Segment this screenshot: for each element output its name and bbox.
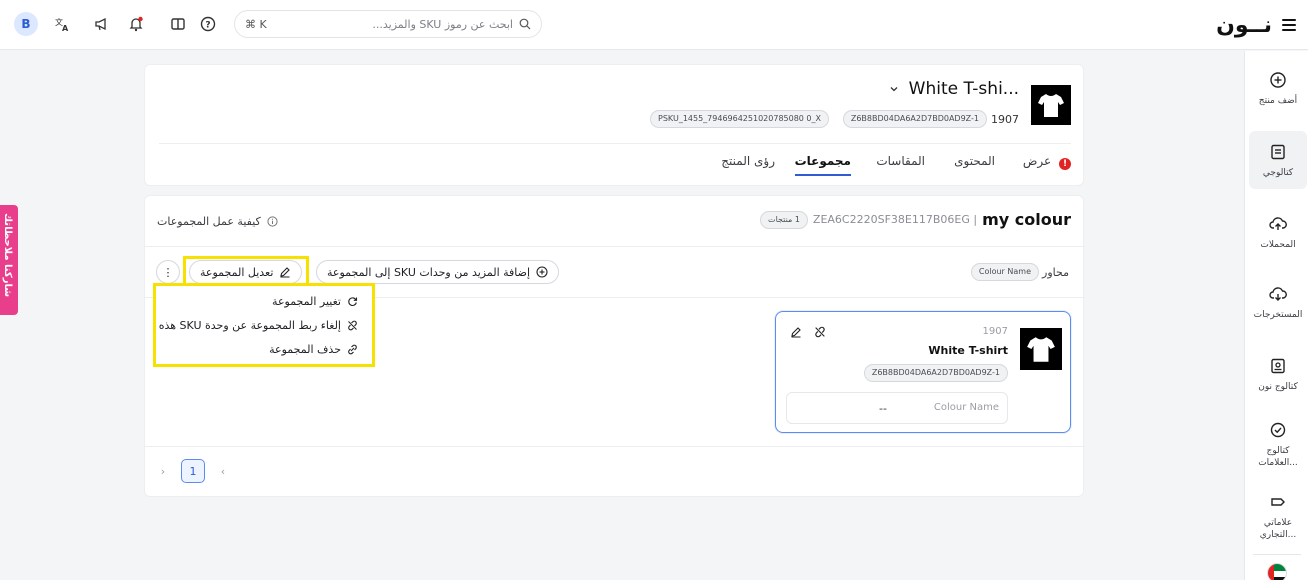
divider [145, 246, 1083, 247]
refresh-icon [348, 296, 358, 306]
divider [145, 446, 1083, 447]
product-header-card: White T-shi... 1907 Z6B8BD04DA6A2D7BD0AD… [144, 64, 1084, 186]
sidebar-item-brand-catalog[interactable]: كتالوج العلامات... [1249, 421, 1307, 477]
group-code: ZEA6C2220SF38E117B06EG | [812, 213, 978, 226]
sidebar-divider [1253, 554, 1301, 555]
sidebar-item-label: كتالوجي [1262, 168, 1294, 178]
sidebar: أضف منتج كتالوجي المحملات المستخرجات كتا… [1244, 51, 1308, 580]
svg-text:?: ? [205, 21, 210, 31]
menu-item-unlink-sku[interactable]: إلغاء ربط المجموعة عن وحدة SKU هذه [159, 316, 358, 334]
how-it-works-link[interactable]: كيفية عمل المجموعات [157, 215, 278, 228]
pager-page-1[interactable]: 1 [181, 459, 205, 483]
attr-label: Colour Name [933, 402, 999, 413]
my-brands-icon [1271, 498, 1285, 506]
sidebar-item-uploads[interactable]: المحملات [1249, 215, 1307, 255]
menu-icon[interactable] [1282, 19, 1296, 31]
group-name: my colour [982, 210, 1071, 229]
tab-groups[interactable]: مجموعات [794, 154, 851, 176]
menu-item-delete-group[interactable]: حذف المجموعة [269, 340, 358, 358]
search-shortcut: ⌘ K [245, 17, 267, 31]
axis-chip: Colour Name [970, 263, 1039, 281]
logo-text: نــون [1216, 12, 1272, 38]
download-cloud-icon [1269, 287, 1287, 301]
tshirt-icon [1027, 337, 1055, 362]
sidebar-item-label: علاماتي التجاري... [1259, 518, 1297, 540]
group-count-chip: 1 منتجات [760, 210, 808, 229]
tab-product-insights[interactable]: رؤى المنتج [721, 154, 775, 168]
menu-item-change-group[interactable]: تغيير المجموعة [272, 292, 358, 310]
plus-circle-icon [536, 266, 548, 278]
catalog-icon [1271, 144, 1285, 160]
sidebar-item-label: كتالوج نون [1258, 382, 1298, 392]
sku-thumbnail [1020, 328, 1062, 370]
sidebar-item-label: المستخرجات [1253, 310, 1303, 320]
brand-catalog-icon [1270, 422, 1286, 438]
country-flag-icon[interactable] [1267, 563, 1287, 580]
sku-id: 1907 [982, 326, 1008, 337]
psku-chip[interactable]: PSKU_1455_7946964251020785080 0_X [650, 110, 829, 128]
add-more-skus-button[interactable]: إضافة المزيد من وحدات SKU إلى المجموعة [316, 260, 560, 284]
logo[interactable]: نــون [1216, 10, 1296, 40]
avatar[interactable]: B [14, 12, 38, 36]
alert-icon: ! [1059, 158, 1071, 170]
product-title: White T-shi... [908, 79, 1019, 99]
link-icon [348, 344, 357, 354]
top-bar: نــون ابحث عن رموز SKU والمزيد... ⌘ K ? … [0, 0, 1308, 50]
product-title-row[interactable]: White T-shi... [889, 79, 1019, 99]
sidebar-item-exports[interactable]: المستخرجات [1249, 285, 1307, 325]
sidebar-item-label: المحملات [1260, 240, 1296, 250]
tab-sizes[interactable]: المقاسات [876, 154, 925, 168]
translate-icon[interactable]: 文A [50, 12, 74, 36]
unlink-icon[interactable] [814, 326, 826, 338]
product-tabs: عرض ! المحتوى المقاسات مجموعات رؤى المنت… [159, 143, 1071, 181]
sidebar-item-noon-catalog[interactable]: كتالوج نون [1249, 357, 1307, 397]
sidebar-item-add-product[interactable]: أضف منتج [1249, 71, 1307, 117]
product-id: 1907 [991, 113, 1019, 126]
info-icon [267, 216, 278, 227]
upload-cloud-icon [1269, 217, 1287, 230]
sku-chip[interactable]: Z6B8BD04DA6A2D7BD0AD9Z-1 [842, 110, 987, 128]
product-thumbnail [1031, 85, 1071, 125]
sidebar-item-my-brands[interactable]: علاماتي التجاري... [1249, 493, 1307, 545]
feedback-label: شاركنا ملاحظاتك [2, 213, 13, 298]
tab-offer[interactable]: عرض ! [1023, 154, 1071, 170]
more-options-button[interactable]: ⋮ [156, 260, 180, 284]
pager-prev-button[interactable]: › [151, 459, 175, 483]
feedback-tab[interactable]: شاركنا ملاحظاتك [0, 205, 18, 315]
noon-catalog-icon [1271, 358, 1285, 374]
axes-label: محاور [1042, 266, 1069, 279]
search-icon [519, 18, 531, 30]
pencil-icon[interactable] [790, 326, 802, 338]
search-box[interactable]: ابحث عن رموز SKU والمزيد... ⌘ K [234, 10, 542, 38]
pager-next-button[interactable]: ‹ [211, 459, 235, 483]
sku-card[interactable]: 1907 White T-shirt Z6B8BD04DA6A2D7BD0AD9… [775, 311, 1071, 433]
tshirt-icon [1038, 94, 1064, 117]
attr-value: -- [879, 402, 887, 415]
sidebar-item-label: كتالوج العلامات... [1258, 446, 1298, 468]
sidebar-item-label: أضف منتج [1258, 96, 1298, 106]
group-actions-menu: تغيير المجموعة إلغاء ربط المجموعة عن وحد… [156, 286, 372, 364]
highlight-edit-group [183, 256, 309, 286]
colour-name-field[interactable]: Colour Name -- [786, 392, 1008, 424]
sku-chip[interactable]: Z6B8BD04DA6A2D7BD0AD9Z-1 [863, 364, 1008, 382]
chevron-down-icon[interactable] [889, 84, 899, 94]
search-input[interactable]: ابحث عن رموز SKU والمزيد... [267, 18, 513, 31]
book-icon[interactable] [166, 12, 190, 36]
plus-circle-icon [1270, 72, 1286, 88]
megaphone-icon[interactable] [90, 12, 114, 36]
more-icon: ⋮ [162, 265, 174, 279]
notification-bell-icon[interactable] [124, 12, 148, 36]
unlink-icon [348, 320, 357, 330]
svg-text:A: A [62, 24, 69, 32]
group-title-row: my colour ZEA6C2220SF38E117B06EG | 1 منت… [760, 210, 1071, 229]
help-icon[interactable]: ? [196, 12, 220, 36]
sidebar-item-my-catalog[interactable]: كتالوجي [1249, 131, 1307, 189]
sku-title: White T-shirt [928, 344, 1008, 357]
tab-content[interactable]: المحتوى [954, 154, 995, 168]
